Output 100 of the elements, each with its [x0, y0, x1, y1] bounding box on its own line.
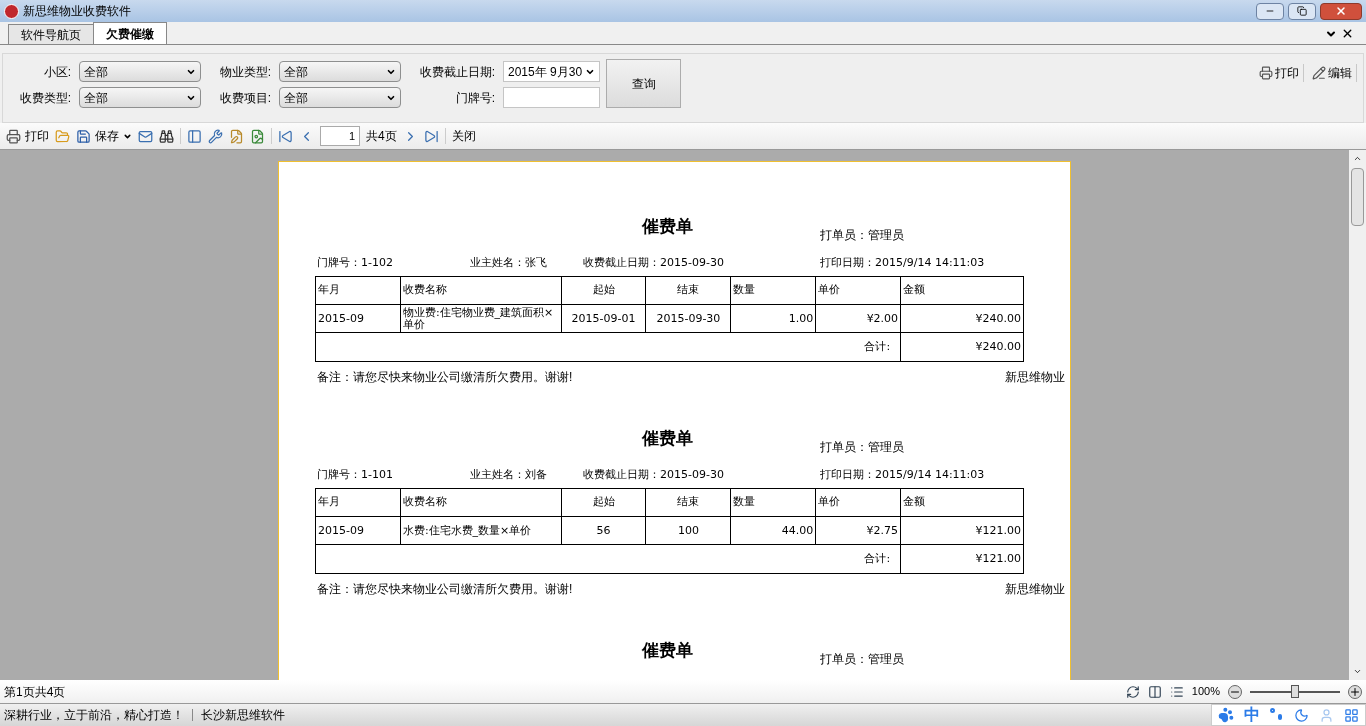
refresh-icon[interactable]: [1125, 684, 1140, 699]
notice-title: 催费单: [642, 216, 693, 238]
query-button[interactable]: 查询: [606, 59, 681, 108]
restore-button[interactable]: [1288, 2, 1316, 20]
page-icon[interactable]: [250, 128, 265, 144]
company-text: 新思维物业: [1005, 581, 1065, 598]
column-header: 结束: [645, 488, 731, 517]
remark-text: 备注：请您尽快来物业公司缴清所欠费用。谢谢!: [317, 369, 573, 386]
deadline-text: 收费截止日期：2015-09-30: [583, 467, 724, 483]
date-picker[interactable]: 2015年 9月30: [503, 61, 600, 82]
table-cell: 1.00: [730, 304, 816, 333]
tab[interactable]: 欠费催缴: [93, 22, 167, 44]
print-button[interactable]: 打印: [1255, 64, 1304, 82]
window-title: 新思维物业收费软件: [23, 3, 132, 20]
remark-text: 备注：请您尽快来物业公司缴清所欠费用。谢谢!: [317, 581, 573, 598]
dropdown[interactable]: 全部: [279, 61, 401, 82]
zoom-slider-thumb[interactable]: [1291, 684, 1299, 698]
table-cell: 2015-09-30: [645, 304, 731, 333]
close-button[interactable]: [1320, 2, 1362, 20]
edit-button[interactable]: 编辑: [1308, 64, 1357, 82]
total-label: 合计:: [864, 551, 891, 565]
mail-icon[interactable]: [138, 128, 153, 144]
operator-text: 打单员：管理员: [820, 227, 904, 244]
table-cell: 44.00: [730, 516, 816, 545]
print-button[interactable]: 打印: [6, 127, 49, 145]
table-cell: ¥2.75: [815, 516, 901, 545]
list-view-icon[interactable]: [1169, 684, 1184, 699]
printer-icon: [6, 128, 21, 144]
close-button[interactable]: 关闭: [451, 127, 476, 145]
app-logo-icon: [4, 3, 19, 19]
field-label: 物业类型:: [218, 63, 271, 81]
field-label: 收费类型:: [18, 89, 71, 107]
scrollbar[interactable]: [1349, 150, 1366, 680]
company-text: 新思维物业: [1005, 369, 1065, 386]
input-field[interactable]: [503, 87, 600, 108]
save-icon: [76, 128, 91, 144]
column-header: 收费名称: [400, 276, 562, 305]
print-date: 打印日期：2015/9/14 14:11:03: [820, 255, 985, 271]
notice-title: 催费单: [642, 640, 693, 662]
minimize-button[interactable]: [1256, 2, 1284, 20]
table-cell: 56: [561, 516, 646, 545]
first-page-icon[interactable]: [278, 128, 293, 144]
close-icon[interactable]: [1341, 27, 1354, 40]
scroll-up-icon[interactable]: [1353, 154, 1362, 163]
column-header: 单价: [815, 488, 901, 517]
field-label: 收费截止日期:: [418, 63, 495, 81]
notice-title: 催费单: [642, 428, 693, 450]
table-cell: ¥2.00: [815, 304, 901, 333]
edit-page-icon[interactable]: [229, 128, 244, 144]
table-cell: ¥240.00: [900, 304, 1024, 333]
binoculars-icon[interactable]: [159, 128, 174, 144]
dropdown[interactable]: 全部: [79, 87, 201, 108]
zoom-value: 100%: [1191, 684, 1220, 700]
column-header: 数量: [730, 276, 816, 305]
column-header: 单价: [815, 276, 901, 305]
moon-icon[interactable]: [1294, 707, 1309, 723]
column-header: 收费名称: [400, 488, 562, 517]
field-label: 小区:: [42, 63, 71, 81]
owner-name: 业主姓名：张飞: [470, 255, 547, 271]
table-cell: 2015-09: [315, 304, 401, 333]
table-cell: 2015-09: [315, 516, 401, 545]
paw-icon[interactable]: [1218, 707, 1234, 723]
table-cell: ¥121.00: [900, 516, 1024, 545]
column-header: 年月: [315, 488, 401, 517]
field-label: 门牌号:: [454, 89, 495, 107]
column-header: 起始: [561, 276, 646, 305]
company-name: 长沙新思维软件: [201, 707, 285, 724]
panel-icon[interactable]: [187, 128, 202, 144]
page-view-icon[interactable]: [1147, 684, 1162, 699]
dropdown[interactable]: 全部: [79, 61, 201, 82]
wrench-icon[interactable]: [208, 128, 223, 144]
tab[interactable]: 软件导航页: [8, 24, 94, 44]
table-cell: 物业费:住宅物业费_建筑面积×单价: [400, 304, 562, 333]
total-cell: ¥121.00: [900, 544, 1024, 574]
scroll-thumb[interactable]: [1351, 168, 1364, 226]
page-number-field[interactable]: 1: [320, 126, 360, 146]
printer-icon: [1259, 66, 1273, 80]
grid-icon[interactable]: [1344, 707, 1359, 723]
print-date: 打印日期：2015/9/14 14:11:03: [820, 467, 985, 483]
punctuation-icon[interactable]: [1270, 708, 1284, 722]
operator-text: 打单员：管理员: [820, 651, 904, 668]
door-number: 门牌号：1-102: [317, 255, 393, 271]
scroll-down-icon[interactable]: [1353, 667, 1362, 676]
page-info: 第1页共4页: [4, 683, 66, 701]
page-total: 共4页: [366, 128, 397, 145]
slogan-text: 深耕行业，立于前沿，精心打造！: [3, 707, 184, 724]
zoom-in-icon[interactable]: [1348, 684, 1362, 699]
last-page-icon[interactable]: [423, 128, 439, 144]
ime-mode[interactable]: 中: [1244, 703, 1260, 726]
dropdown[interactable]: 全部: [279, 87, 401, 108]
save-button[interactable]: 保存: [76, 127, 132, 145]
column-header: 金额: [900, 276, 1024, 305]
table-cell: 100: [645, 516, 731, 545]
table-cell: 2015-09-01: [561, 304, 646, 333]
zoom-out-icon[interactable]: [1228, 684, 1242, 699]
column-header: 金额: [900, 488, 1024, 517]
owner-name: 业主姓名：刘备: [470, 467, 547, 483]
close-icon: [1335, 5, 1347, 17]
table-cell: 水费:住宅水费_数量×单价: [400, 516, 562, 545]
total-cell: ¥240.00: [900, 332, 1024, 362]
